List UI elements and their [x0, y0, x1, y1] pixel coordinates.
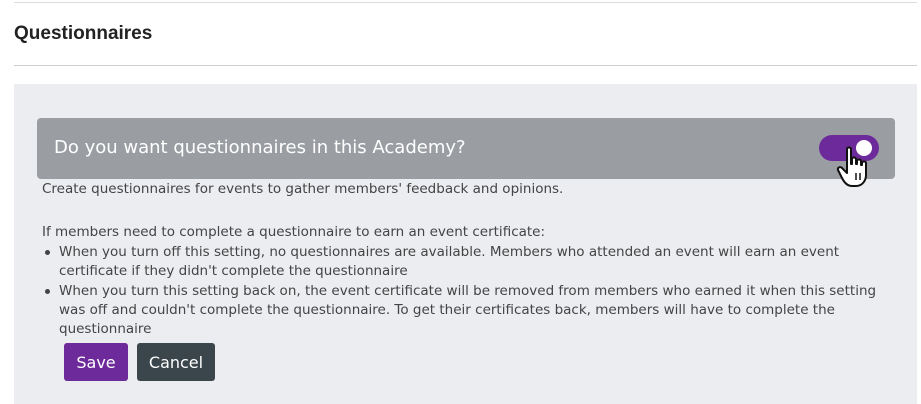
rule-item: When you turn off this setting, no quest…	[42, 243, 904, 281]
setting-question: Do you want questionnaires in this Acade…	[54, 137, 466, 158]
cancel-button[interactable]: Cancel	[137, 343, 215, 381]
rules-intro: If members need to complete a questionna…	[42, 224, 546, 240]
setting-description: Create questionnaires for events to gath…	[42, 181, 564, 197]
settings-panel: Do you want questionnaires in this Acade…	[14, 84, 917, 404]
rules-list: When you turn off this setting, no quest…	[42, 243, 904, 340]
title-divider	[14, 65, 917, 66]
section-title: Questionnaires	[14, 23, 153, 44]
save-button[interactable]: Save	[64, 343, 128, 381]
rule-item: When you turn this setting back on, the …	[42, 282, 904, 339]
hand-pointer-icon	[836, 146, 867, 187]
top-divider	[14, 2, 917, 3]
questionnaire-setting-bar: Do you want questionnaires in this Acade…	[37, 118, 895, 179]
